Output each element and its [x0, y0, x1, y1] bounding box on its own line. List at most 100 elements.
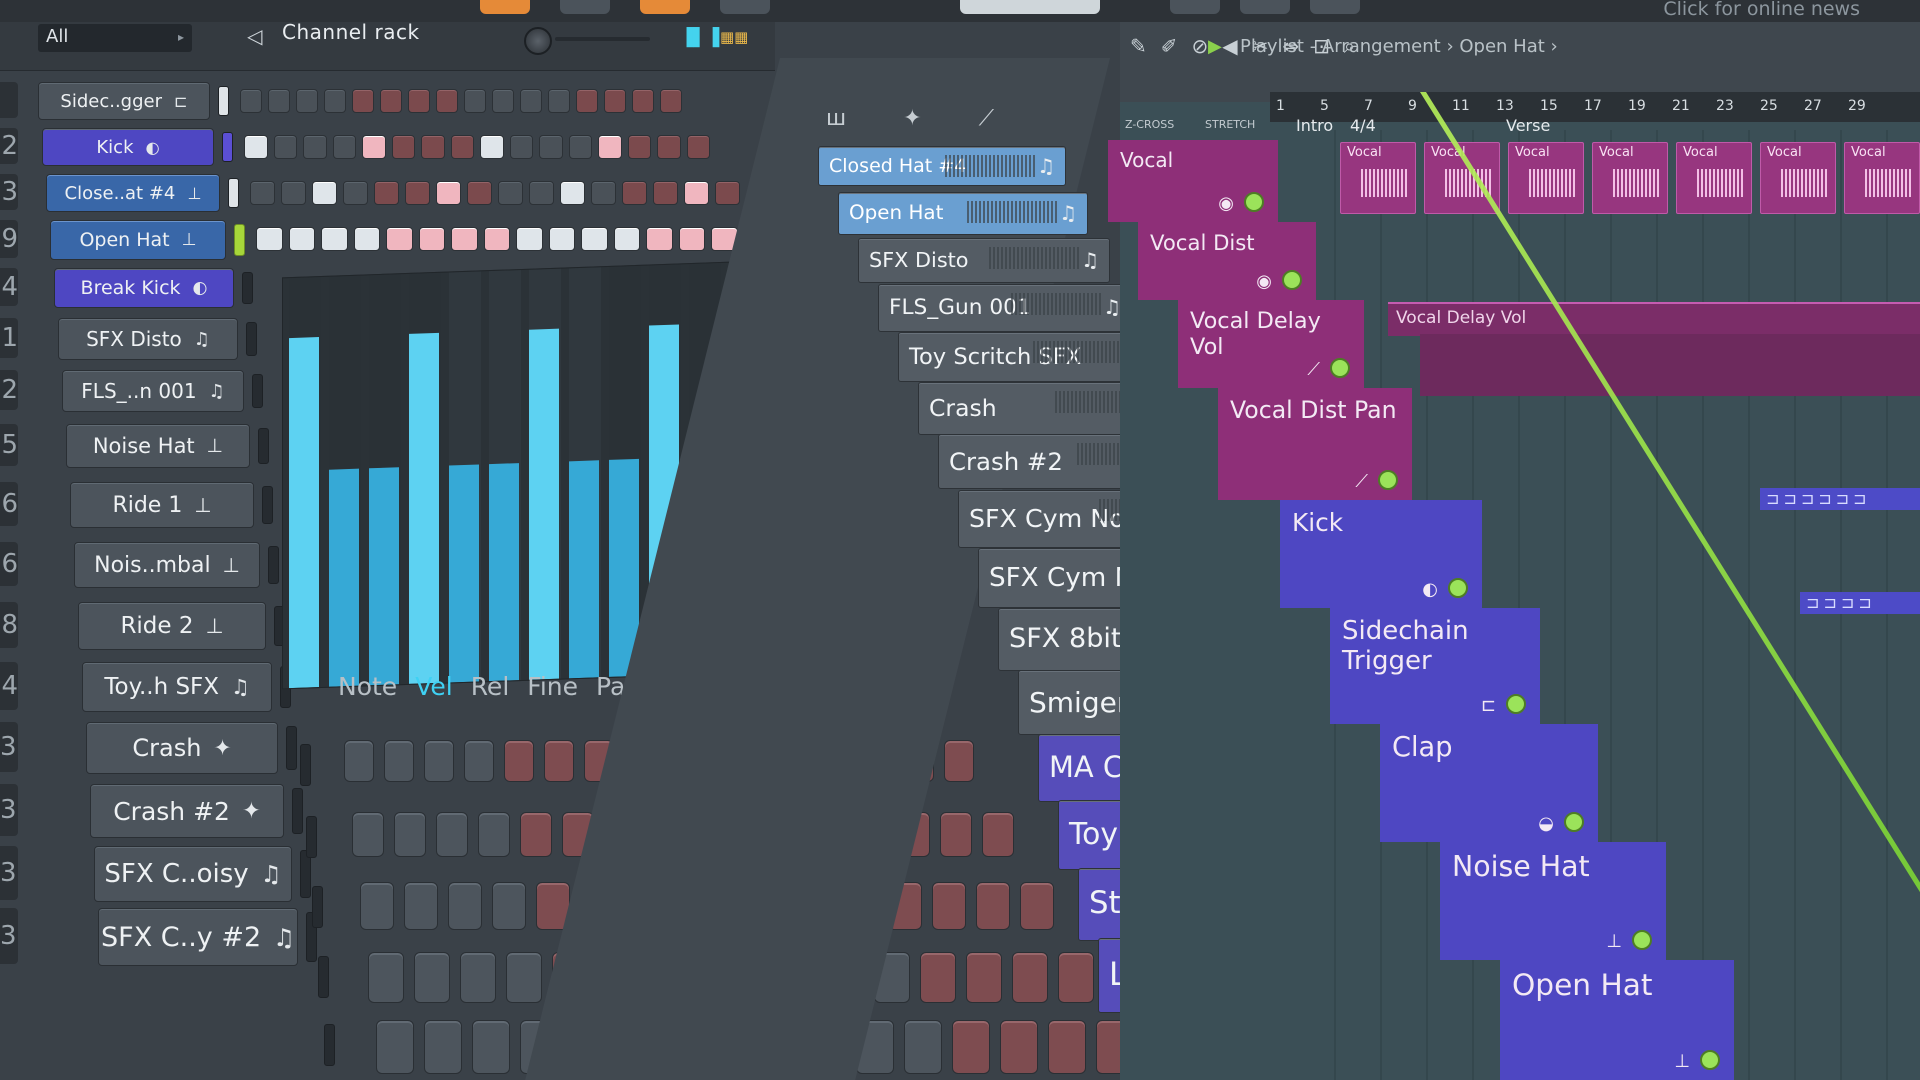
step-pad[interactable] — [492, 882, 526, 930]
picker-item-4[interactable]: Toy Scritch SFX♫ — [898, 332, 1154, 382]
channel-button-0[interactable]: Sidec..gger ⊏ — [38, 82, 210, 120]
toolbar-button[interactable] — [560, 0, 610, 14]
zcross-toggle[interactable]: Z-CROSS — [1125, 118, 1174, 131]
step-pad[interactable] — [332, 135, 356, 159]
track-active-led[interactable] — [1330, 358, 1350, 378]
step-pad[interactable] — [384, 740, 414, 782]
step-pad[interactable] — [256, 227, 283, 251]
playlist-breadcrumb[interactable]: Playlist - Arrangement › Open Hat › — [1240, 36, 1558, 57]
step-pad[interactable] — [660, 89, 682, 113]
mixer-track-indicator[interactable] — [286, 726, 297, 770]
step-pad[interactable] — [613, 227, 640, 251]
step-pad[interactable] — [653, 181, 678, 205]
step-pad[interactable] — [467, 181, 492, 205]
velocity-bar[interactable] — [569, 460, 599, 679]
channel-button-11[interactable]: Toy..h SFX ♫ — [82, 662, 272, 712]
step-pad[interactable] — [344, 740, 374, 782]
channel-button-15[interactable]: SFX C..y #2 ♫ — [98, 908, 298, 966]
mixer-track-indicator[interactable] — [242, 272, 253, 304]
mixer-track-indicator[interactable] — [324, 1024, 335, 1066]
audio-clip[interactable]: Vocal — [1844, 142, 1920, 214]
step-pad[interactable] — [424, 740, 454, 782]
step-pad[interactable] — [932, 882, 966, 930]
step-pad[interactable] — [506, 952, 542, 1003]
picker-item-1[interactable]: Open Hat ♫ — [838, 192, 1088, 235]
marker-verse[interactable]: Verse — [1506, 116, 1550, 135]
mixer-track-indicator[interactable] — [246, 322, 257, 356]
channel-button-5[interactable]: SFX Disto ♫ — [58, 318, 238, 360]
step-pad[interactable] — [646, 227, 673, 251]
track-active-led[interactable] — [1564, 812, 1584, 832]
step-pad[interactable] — [296, 89, 318, 113]
step-pad[interactable] — [405, 181, 430, 205]
channel-button-3[interactable]: Open Hat ⊥ — [50, 220, 226, 260]
step-pad[interactable] — [460, 952, 496, 1003]
step-pad[interactable] — [362, 135, 386, 159]
step-pad[interactable] — [483, 227, 510, 251]
step-pad[interactable] — [352, 812, 384, 857]
step-pad[interactable] — [492, 89, 514, 113]
channel-button-7[interactable]: Noise Hat ⊥ — [66, 424, 250, 468]
step-pad[interactable] — [920, 952, 956, 1003]
track-active-led[interactable] — [1506, 694, 1526, 714]
mixer-track-indicator[interactable] — [292, 788, 303, 834]
step-pad[interactable] — [360, 882, 394, 930]
step-pad[interactable] — [1012, 952, 1048, 1003]
step-pad[interactable] — [414, 952, 450, 1003]
mixer-track-indicator[interactable] — [306, 816, 317, 858]
step-pad[interactable] — [343, 181, 368, 205]
channel-filter-select[interactable]: All ▸ — [38, 24, 192, 52]
mixer-track-indicator[interactable] — [222, 132, 233, 162]
graph-tab-vel[interactable]: Vel — [415, 672, 453, 701]
step-pad[interactable] — [1058, 952, 1094, 1003]
marker-time-signature[interactable]: 4/4 — [1350, 116, 1376, 135]
step-pad[interactable] — [472, 1020, 510, 1074]
step-pad[interactable] — [581, 227, 608, 251]
step-pad[interactable] — [952, 1020, 990, 1074]
track-header-8[interactable]: Open Hat ⊥ — [1500, 960, 1734, 1080]
channel-button-10[interactable]: Ride 2 ⊥ — [78, 602, 266, 650]
track-active-led[interactable] — [1378, 470, 1398, 490]
mixer-track-indicator[interactable] — [262, 486, 273, 524]
velocity-bar[interactable] — [329, 468, 359, 687]
channel-button-2[interactable]: Close..at #4 ⊥ — [46, 174, 220, 212]
automation-tab-icon[interactable]: ⟋ — [979, 106, 994, 131]
step-pad[interactable] — [520, 89, 542, 113]
step-pad[interactable] — [324, 89, 346, 113]
step-pad[interactable] — [321, 227, 348, 251]
step-pad[interactable] — [576, 89, 598, 113]
graph-tab-note[interactable]: Note — [338, 672, 397, 701]
graph-tab-rel[interactable]: Rel — [471, 672, 510, 701]
step-pad[interactable] — [464, 89, 486, 113]
toolbar-button[interactable] — [720, 0, 770, 14]
toolbar-button[interactable] — [1240, 0, 1290, 14]
speaker-icon[interactable]: ◁ — [247, 24, 262, 48]
step-pad[interactable] — [281, 181, 306, 205]
step-pad[interactable] — [548, 89, 570, 113]
step-pad[interactable] — [250, 181, 275, 205]
graph-editor-icon[interactable]: ▐▌▐ — [680, 28, 719, 48]
velocity-bar[interactable] — [409, 332, 439, 684]
track-header-0[interactable]: Vocal ◉ — [1108, 140, 1278, 222]
step-pad[interactable] — [715, 181, 740, 205]
step-pad[interactable] — [464, 740, 494, 782]
pattern-clip[interactable]: ⊐⊐⊐⊐ — [1800, 592, 1920, 614]
step-pad[interactable] — [904, 1020, 942, 1074]
track-active-led[interactable] — [1448, 578, 1468, 598]
step-pad[interactable] — [544, 740, 574, 782]
step-pad[interactable] — [598, 135, 622, 159]
step-pad[interactable] — [678, 227, 705, 251]
step-pad[interactable] — [1000, 1020, 1038, 1074]
step-pad[interactable] — [312, 181, 337, 205]
step-pad[interactable] — [657, 135, 681, 159]
track-header-3[interactable]: Vocal Dist Pan ⟋ — [1218, 388, 1412, 500]
step-pad[interactable] — [498, 181, 523, 205]
step-pad[interactable] — [380, 89, 402, 113]
step-pad[interactable] — [374, 181, 399, 205]
step-pad[interactable] — [982, 812, 1014, 857]
step-pad[interactable] — [436, 812, 468, 857]
step-pad[interactable] — [976, 882, 1010, 930]
track-header-7[interactable]: Noise Hat ⊥ — [1440, 842, 1666, 960]
velocity-bar[interactable] — [369, 467, 399, 686]
step-pad[interactable] — [480, 135, 504, 159]
